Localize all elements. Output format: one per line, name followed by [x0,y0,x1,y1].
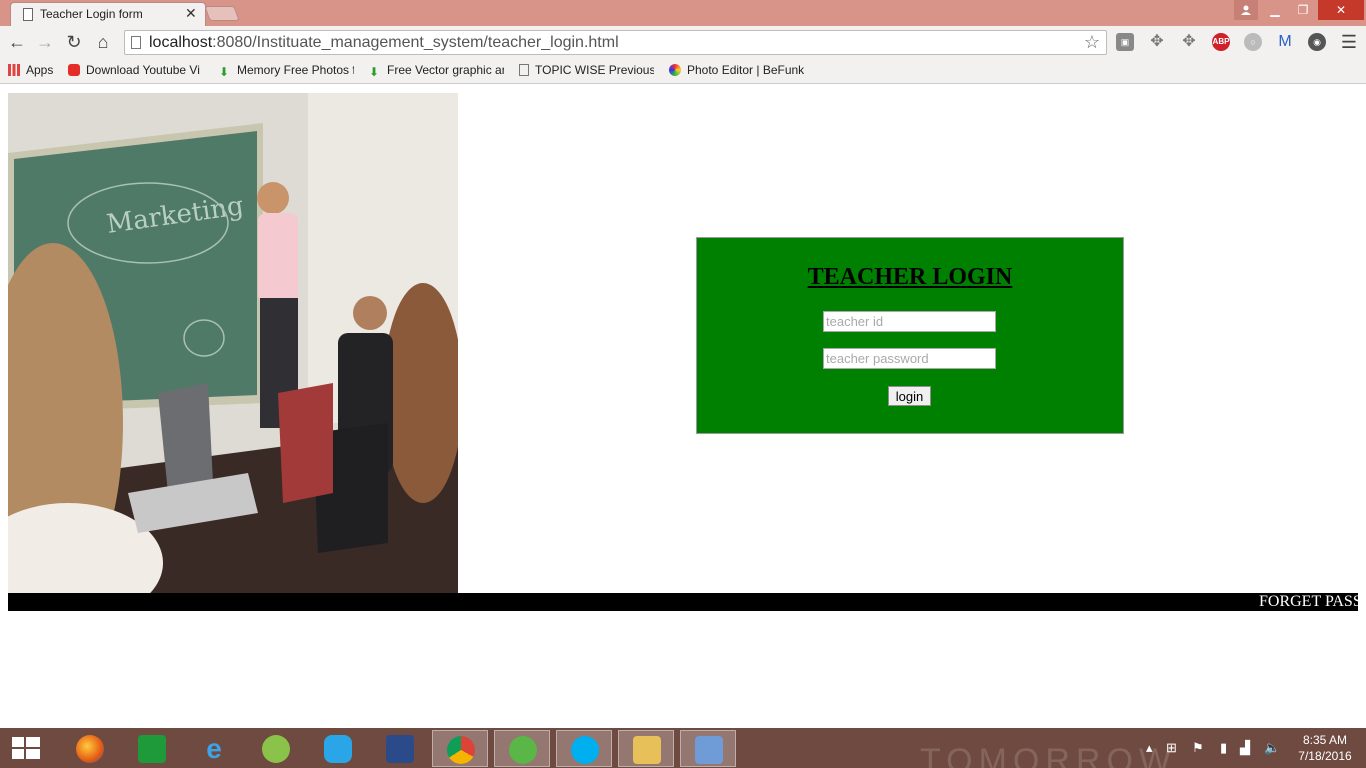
film-extension-icon[interactable]: ◉ [1308,33,1326,51]
tab-title: Teacher Login form [40,7,143,21]
teacher-id-input[interactable] [823,311,996,332]
tray-network-icon[interactable]: ▟ [1240,740,1250,756]
dev-cpp-icon [386,735,414,763]
utorrent-icon [509,736,537,764]
restore-button[interactable]: ❐ [1290,0,1316,20]
home-icon[interactable]: ⌂ [93,32,113,52]
back-arrow-icon[interactable]: ← [7,32,27,52]
new-tab-button[interactable] [204,6,240,21]
gmail-icon[interactable]: M [1276,33,1294,51]
taskbar-shareit[interactable] [310,730,366,767]
wallpaper-text: TOMORROW [920,742,1178,768]
internet-explorer-icon: e [206,733,222,764]
taskbar-skype[interactable] [556,730,612,767]
shareit-icon [324,735,352,763]
page-viewport: Marketing TEACHER LOGIN login [0,85,1366,728]
befunky-icon [669,64,681,76]
bookmark-memory-photos[interactable]: ⬇ Memory Free Photos f [219,63,354,77]
login-button[interactable]: login [888,386,931,406]
minimize-button[interactable]: ▁ [1262,0,1288,20]
taskbar-clock[interactable]: 8:35 AM 7/18/2016 [1296,732,1354,764]
tab-close-icon[interactable]: ✕ [185,5,197,22]
close-window-button[interactable]: ✕ [1318,0,1364,20]
browser-tab[interactable]: Teacher Login form ✕ [10,2,206,26]
adblock-icon[interactable]: ABP [1212,33,1230,51]
tray-windows-icon[interactable]: ⊞ [1166,740,1177,756]
forward-arrow-icon[interactable]: → [35,32,55,52]
tray-volume-icon[interactable]: 🔈 [1264,740,1280,756]
address-bar[interactable]: localhost:8080/Instituate_management_sys… [124,30,1107,55]
page-icon [131,36,141,49]
clock-time: 8:35 AM [1302,733,1348,747]
teacher-password-input[interactable] [823,348,996,369]
bookmark-topic-wise[interactable]: TOPIC WISE Previous [519,63,654,77]
page-icon [23,8,33,21]
page-icon [519,64,529,76]
android-icon [262,735,290,763]
circle-extension-icon[interactable]: ○ [1244,33,1262,51]
bookmarks-bar: Apps Download Youtube Vi ⬇ Memory Free Ph… [0,58,1366,84]
menu-icon[interactable]: ☰ [1340,33,1358,51]
bookmark-free-vector[interactable]: ⬇ Free Vector graphic ar [369,63,504,77]
login-form: TEACHER LOGIN login [696,237,1124,434]
clock-date: 7/18/2016 [1298,749,1352,763]
classroom-photo: Marketing [8,93,458,593]
download-arrow-icon: ⬇ [219,65,230,77]
office-extension-icon[interactable]: ▣ [1116,33,1134,51]
url-text: localhost:8080/Instituate_management_sys… [149,34,619,51]
youtube-icon [68,64,80,76]
bookmark-youtube[interactable]: Download Youtube Vi [68,63,203,77]
chrome-icon [447,736,475,764]
skype-icon [571,736,599,764]
taskbar-android-studio[interactable] [248,730,304,767]
firefox-icon [76,735,104,763]
login-title: TEACHER LOGIN [807,264,1013,290]
tray-battery-icon[interactable]: ▮ [1220,740,1227,756]
tray-chevron-icon[interactable]: ▴ [1146,740,1153,756]
taskbar-ie[interactable]: e [186,730,242,767]
taskbar-devcpp[interactable] [372,730,428,767]
puzzle-extension-icon-2[interactable]: ✥ [1180,33,1198,51]
user-profile-icon[interactable] [1234,0,1258,20]
bookmark-star-icon[interactable]: ☆ [1084,32,1100,53]
puzzle-extension-icon[interactable]: ✥ [1148,33,1166,51]
browser-toolbar: ← → ↻ ⌂ localhost:8080/Instituate_manage… [0,26,1366,58]
bookmark-befunky[interactable]: Photo Editor | BeFunk [669,63,804,77]
taskbar-firefox[interactable] [62,730,118,767]
download-arrow-icon: ⬇ [369,65,380,77]
windows-taskbar: TOMORROW e ▴ ⊞ ⚑ ▮ ▟ 🔈 8:35 AM 7/18/2016 [0,728,1366,768]
tray-flag-icon[interactable]: ⚑ [1192,740,1204,756]
taskbar-store[interactable] [124,730,180,767]
forget-password-link[interactable]: FORGET PASS [1259,593,1358,611]
taskbar-file-explorer[interactable] [618,730,674,767]
taskbar-utorrent[interactable] [494,730,550,767]
taskbar-chrome[interactable] [432,730,488,767]
virtualbox-icon [695,736,723,764]
folder-icon [633,736,661,764]
reload-icon[interactable]: ↻ [64,32,84,52]
taskbar-virtualbox[interactable] [680,730,736,767]
apps-grid-icon [8,64,20,76]
marquee-bar: FORGET PASS [8,593,1358,611]
bookmark-apps[interactable]: Apps [8,63,53,77]
store-icon [138,735,166,763]
windows-start-icon[interactable] [12,737,40,761]
browser-titlebar: Teacher Login form ✕ ▁ ❐ ✕ [0,0,1366,26]
